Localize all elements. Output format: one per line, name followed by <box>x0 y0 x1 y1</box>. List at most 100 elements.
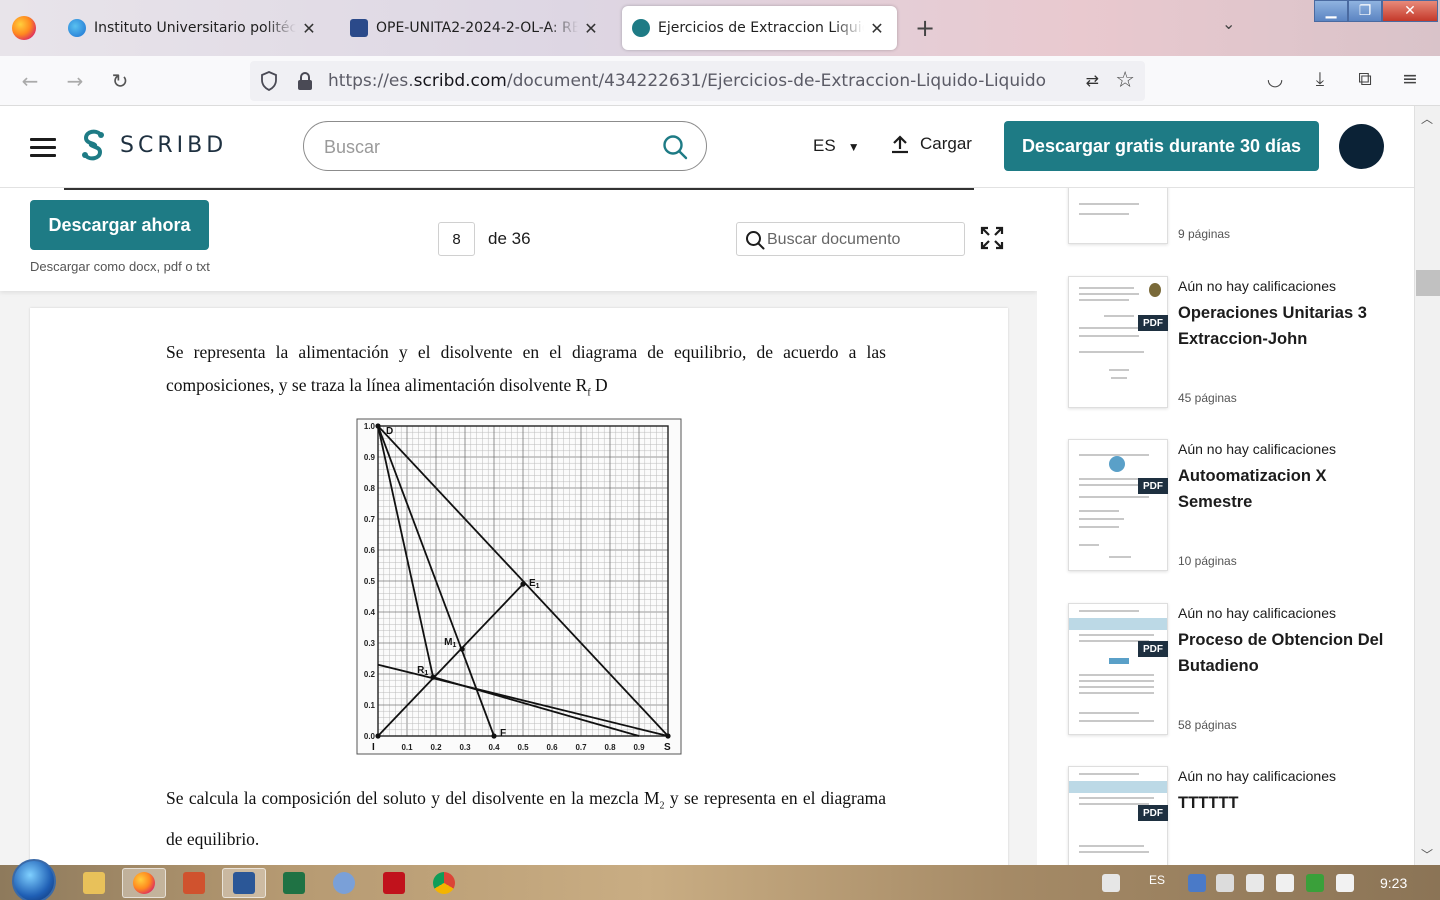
page-scrollbar[interactable]: ︿ ﹀ <box>1414 106 1440 865</box>
tab-list-chevron-icon[interactable]: ⌄ <box>1222 14 1235 33</box>
document-thumbnail[interactable] <box>1068 188 1168 244</box>
window-controls: ▁ ❐ ✕ <box>1314 0 1438 22</box>
scrollbar-thumb[interactable] <box>1416 270 1440 296</box>
scroll-up-icon[interactable]: ︿ <box>1421 110 1433 127</box>
acrobat-taskbar-icon[interactable] <box>372 868 416 898</box>
fullscreen-icon[interactable] <box>980 226 1004 250</box>
window-close-icon[interactable]: ✕ <box>1382 0 1438 22</box>
list-item[interactable]: Aún no hay calificaciones Autoomatizacio… <box>1037 439 1414 603</box>
shield-icon[interactable] <box>260 71 278 91</box>
avatar[interactable] <box>1339 124 1384 169</box>
scroll-down-icon[interactable]: ﹀ <box>1421 846 1433 863</box>
document-thumbnail[interactable] <box>1068 603 1168 735</box>
point-label: S <box>664 742 671 753</box>
powerpoint-taskbar-icon[interactable] <box>172 868 216 898</box>
word-taskbar-icon[interactable] <box>222 868 266 898</box>
list-item[interactable]: Aún no hay calificaciones Operaciones Un… <box>1037 276 1414 440</box>
download-now-button[interactable]: Descargar ahora <box>30 200 209 250</box>
language-selector[interactable]: ES ▼ <box>813 136 860 156</box>
security-tray-icon[interactable] <box>1306 874 1324 892</box>
volume-tray-icon[interactable] <box>1276 874 1294 892</box>
list-item[interactable]: Aún no hay calificaciones Proceso de Obt… <box>1037 603 1414 767</box>
scribd-favicon-icon <box>632 19 650 37</box>
y-tick-label: 0.4 <box>364 608 376 617</box>
page-number-input[interactable]: 8 <box>438 222 475 256</box>
page-total-text: de 36 <box>488 229 531 248</box>
explorer-taskbar-icon[interactable] <box>72 868 116 898</box>
devices-tray-icon[interactable] <box>1216 874 1234 892</box>
point-label: D <box>386 426 393 437</box>
forward-arrow-icon[interactable]: → <box>62 68 88 94</box>
y-tick-label: 1.0 <box>364 422 376 431</box>
page-count: 10 páginas <box>1178 554 1237 568</box>
close-tab-icon[interactable]: ✕ <box>868 19 886 38</box>
windows-taskbar: ES 9:23 <box>0 859 1440 900</box>
list-item[interactable]: Aún no hay calificaciones TTTTTT <box>1037 766 1414 865</box>
search-placeholder: Buscar <box>324 137 381 157</box>
flag-tray-icon[interactable] <box>1336 874 1354 892</box>
new-tab-plus-icon[interactable]: + <box>912 14 938 42</box>
document-title-link[interactable]: TTTTTT <box>1178 790 1398 816</box>
y-tick-label: 0.8 <box>364 484 376 493</box>
point-f <box>491 733 497 739</box>
chrome-taskbar-icon[interactable] <box>422 868 466 898</box>
document-thumbnail[interactable] <box>1068 276 1168 408</box>
x-tick-label: 0.8 <box>604 743 616 752</box>
tab-instituto[interactable]: Instituto Universitario politécnico ✕ <box>58 6 328 50</box>
hamburger-menu-icon[interactable] <box>30 138 56 157</box>
input-language[interactable]: ES <box>1149 873 1165 887</box>
free-trial-button[interactable]: Descargar gratis durante 30 días <box>1004 121 1319 171</box>
scribd-logo-icon <box>82 129 104 161</box>
scribd-logo[interactable]: SCRIBD <box>80 128 227 162</box>
clock[interactable]: 9:23 <box>1380 875 1407 891</box>
app-taskbar-icon[interactable] <box>322 868 366 898</box>
document-thumbnail[interactable] <box>1068 439 1168 571</box>
rating-text: Aún no hay calificaciones <box>1178 441 1336 457</box>
search-icon[interactable] <box>662 134 688 160</box>
tab-favicon-icon <box>350 19 368 37</box>
document-search-placeholder: Buscar documento <box>767 231 901 248</box>
tab-ope-unita2[interactable]: OPE-UNITA2-2024-2-OL-A: REVISIÓN ✕ <box>340 6 610 50</box>
firefox-menu-icon[interactable] <box>12 16 36 40</box>
y-tick-label: 0.2 <box>364 670 376 679</box>
url-bar[interactable]: https://es.scribd.com/document/434222631… <box>250 61 1145 101</box>
bookmark-star-icon[interactable]: ☆ <box>1115 68 1135 93</box>
document-search-input[interactable]: Buscar documento <box>736 222 965 256</box>
ternary-chart: 0.1 0.2 0.3 0.4 0.5 0.6 0.7 0.8 0.9 0.0 0.1 0.2 0.3 0… <box>356 418 682 755</box>
scribd-header: SCRIBD Buscar ES ▼ Cargar Descargar grati… <box>0 106 1414 188</box>
search-input[interactable]: Buscar <box>303 121 707 171</box>
close-tab-icon[interactable]: ✕ <box>582 19 600 38</box>
document-title-link[interactable]: Proceso de Obtencion Del Butadieno <box>1178 627 1398 679</box>
download-icon[interactable]: ⤓ <box>1307 68 1333 90</box>
lock-icon[interactable] <box>296 71 314 91</box>
pocket-icon[interactable]: ◡ <box>1262 68 1288 90</box>
start-button[interactable] <box>12 859 56 900</box>
page-count: 45 páginas <box>1178 391 1237 405</box>
page-count: 58 páginas <box>1178 718 1237 732</box>
translate-icon[interactable]: ⇄ <box>1086 71 1099 90</box>
extensions-icon[interactable]: ⧉ <box>1352 68 1378 90</box>
app-menu-icon[interactable]: ≡ <box>1397 68 1423 90</box>
upload-button[interactable]: Cargar <box>890 134 972 154</box>
pen-tray-icon[interactable] <box>1102 874 1120 892</box>
back-arrow-icon[interactable]: ← <box>17 68 43 94</box>
maximize-icon[interactable]: ❐ <box>1348 0 1382 22</box>
tab-ejercicios[interactable]: Ejercicios de Extraccion Liquido-Liquido… <box>622 6 897 50</box>
minimize-icon[interactable]: ▁ <box>1314 0 1348 22</box>
url-text[interactable]: https://es.scribd.com/document/434222631… <box>328 71 1046 91</box>
document-viewer: Descargar ahora Descargar como docx, pdf… <box>0 188 1037 865</box>
y-tick-label: 0.1 <box>364 701 376 710</box>
battery-tray-icon[interactable] <box>1246 874 1264 892</box>
excel-taskbar-icon[interactable] <box>272 868 316 898</box>
document-title-link[interactable]: Operaciones Unitarias 3 Extraccion-John <box>1178 300 1398 352</box>
reload-icon[interactable]: ↻ <box>107 68 133 94</box>
x-tick-label: 0.7 <box>575 743 587 752</box>
firefox-taskbar-icon[interactable] <box>122 868 166 898</box>
related-documents-sidebar: 9 páginas Aún no hay calificaciones Oper… <box>1037 188 1414 865</box>
browser-tab-strip: Instituto Universitario politécnico ✕ OP… <box>0 0 1440 56</box>
network-tray-icon[interactable] <box>1188 874 1206 892</box>
y-tick-label: 0.6 <box>364 546 376 555</box>
document-title-link[interactable]: Autoomatizacion X Semestre <box>1178 463 1398 515</box>
close-tab-icon[interactable]: ✕ <box>300 19 318 38</box>
list-item[interactable]: 9 páginas <box>1037 188 1414 276</box>
